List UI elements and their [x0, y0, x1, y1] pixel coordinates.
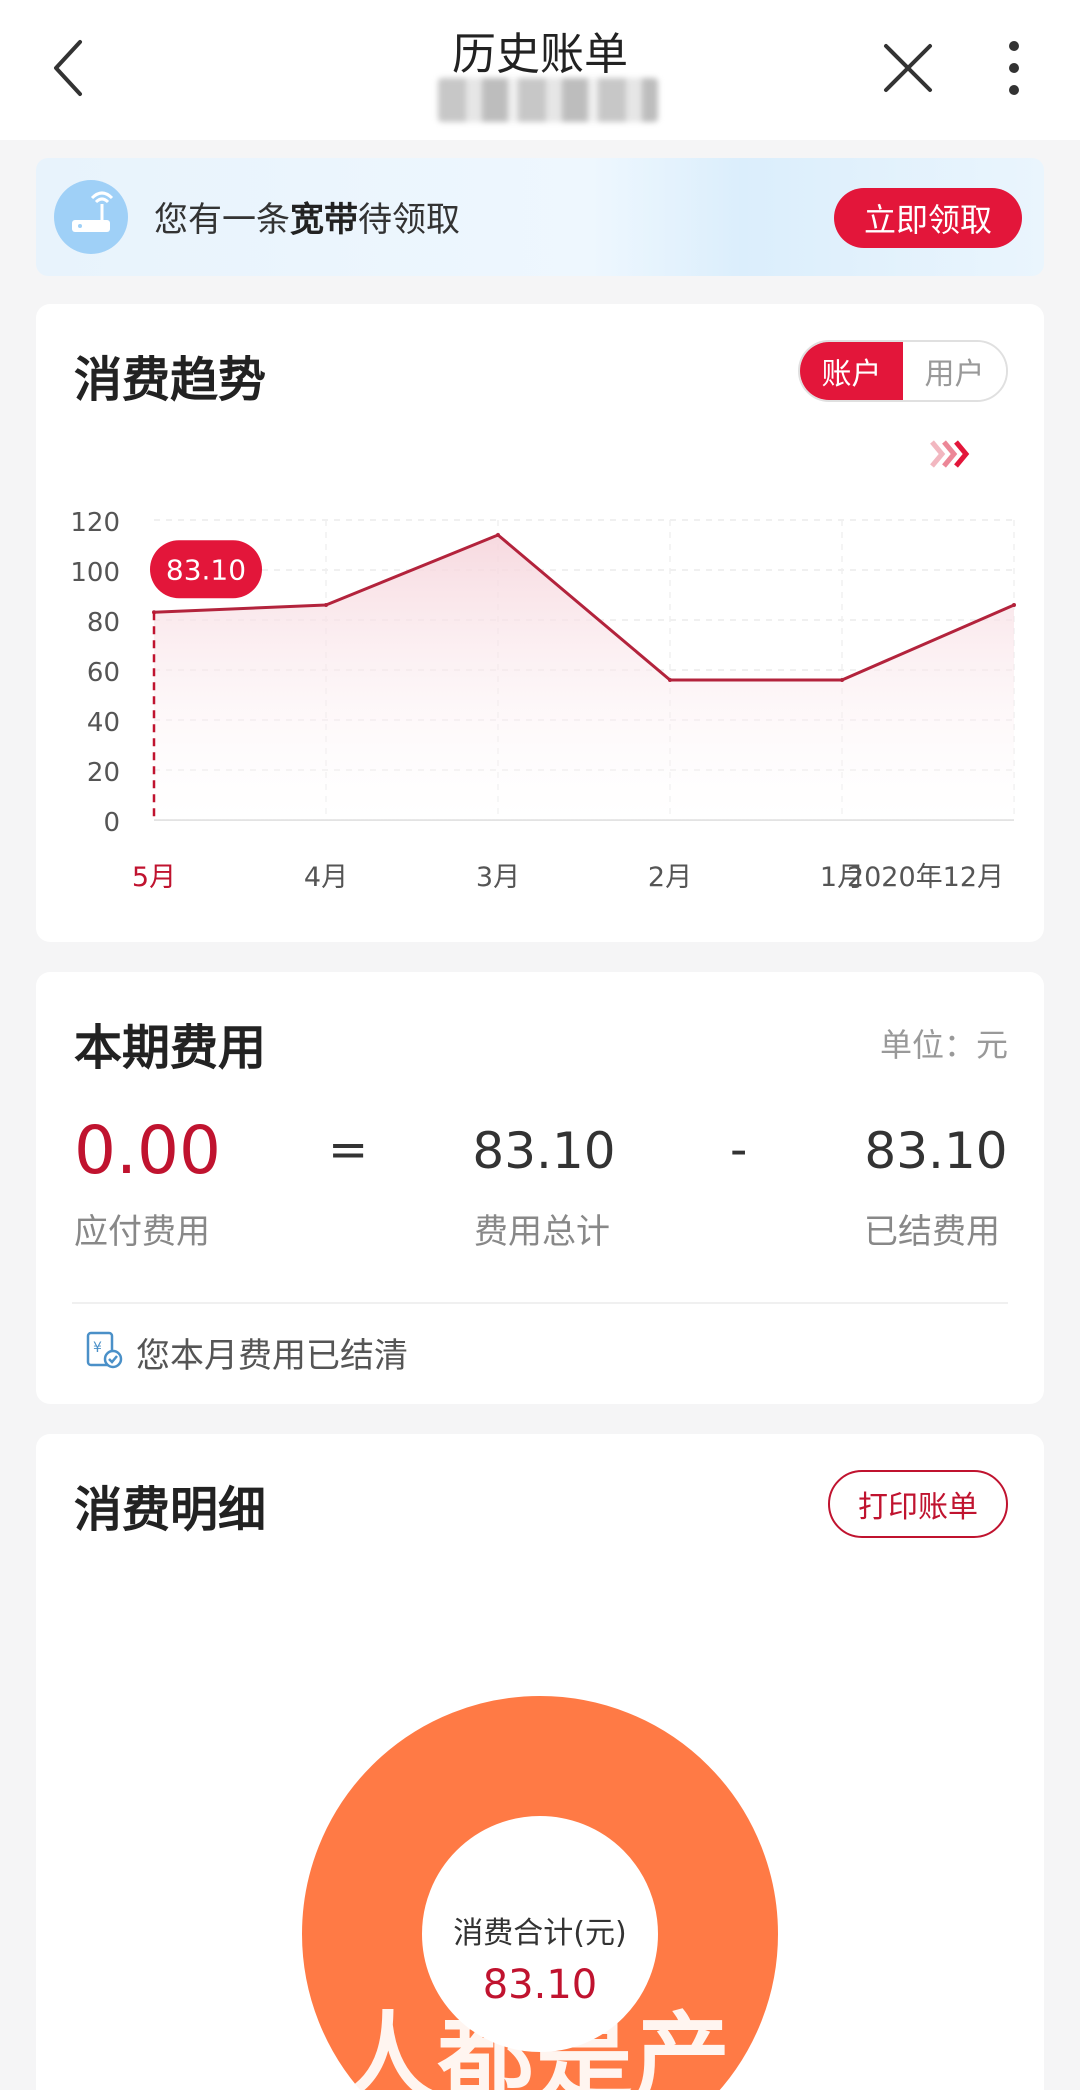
data-point — [840, 678, 844, 682]
tooltip-value: 83.10 — [166, 553, 246, 586]
x-tick-label: 2020年12月 — [847, 862, 1004, 893]
x-tick-label: 4月 — [304, 862, 348, 893]
donut-total-label: 消费合计(元) — [453, 1916, 627, 1951]
divider — [72, 1302, 1008, 1304]
detail-title: 消费明细 — [74, 1482, 267, 1538]
equals-sign: = — [328, 1122, 369, 1178]
y-tick-label: 120 — [70, 508, 120, 538]
x-tick-label: 2月 — [648, 862, 692, 893]
more-options-icon[interactable] — [996, 40, 1032, 96]
y-tick-label: 40 — [87, 708, 120, 738]
scroll-arrows-icon[interactable] — [926, 434, 976, 474]
print-bill-button[interactable]: 打印账单 — [828, 1470, 1008, 1538]
y-tick-label: 60 — [87, 658, 120, 688]
x-tick-label: 3月 — [476, 862, 520, 893]
settled-label: 已结费用 — [864, 1212, 1000, 1252]
minus-sign: - — [730, 1122, 748, 1178]
bill-settled-icon: ¥ — [86, 1331, 123, 1369]
trend-line-chart[interactable]: 12010080604020083.105月 4月 3月 2月 1月2020年12月 — [36, 494, 1044, 934]
total-amount: 83.10 — [472, 1122, 616, 1180]
data-point — [668, 678, 672, 682]
claim-now-button[interactable]: 立即领取 — [834, 188, 1022, 248]
account-user-toggle: 账户 用户 — [798, 340, 1008, 402]
y-tick-label: 100 — [70, 558, 120, 588]
y-tick-label: 20 — [87, 758, 120, 788]
data-point — [324, 603, 328, 607]
x-tick-label: 5月 — [132, 862, 176, 893]
broadband-banner: 您有一条宽带待领取 立即领取 — [36, 158, 1044, 276]
svg-text:¥: ¥ — [93, 1340, 102, 1356]
cost-title: 本期费用 — [74, 1020, 267, 1076]
settled-amount: 83.10 — [864, 1122, 1008, 1180]
data-point — [496, 533, 500, 537]
area-fill — [154, 535, 1014, 820]
unit-label: 单位：元 — [879, 1026, 1008, 1064]
close-icon[interactable] — [880, 40, 936, 96]
total-label: 费用总计 — [474, 1212, 610, 1252]
banner-text: 您有一条宽带待领取 — [154, 200, 460, 240]
watermark-text: 人都是产 — [340, 2002, 732, 2090]
blurred-account-number — [438, 78, 658, 122]
y-tick-label: 0 — [103, 808, 120, 838]
payable-label: 应付费用 — [74, 1212, 210, 1252]
consumption-trend-card: 消费趋势 账户 用户 120 100 80 60 40 20 0 83.10 5月 4月 3月 2月 1… — [36, 304, 1044, 942]
settled-status-text: 您本月费用已结清 — [136, 1336, 408, 1376]
trend-title: 消费趋势 — [74, 352, 267, 408]
data-point — [1012, 603, 1016, 607]
app-header: 历史账单 — [0, 0, 1080, 140]
current-cost-card: 本期费用 单位：元 0.00 应付费用 = 83.10 费用总计 - 83.10… — [36, 972, 1044, 1404]
router-icon — [54, 180, 128, 254]
payable-amount: 0.00 — [74, 1112, 221, 1189]
tab-user[interactable]: 用户 — [903, 342, 1006, 400]
tab-account[interactable]: 账户 — [800, 342, 903, 400]
y-tick-label: 80 — [87, 608, 120, 638]
